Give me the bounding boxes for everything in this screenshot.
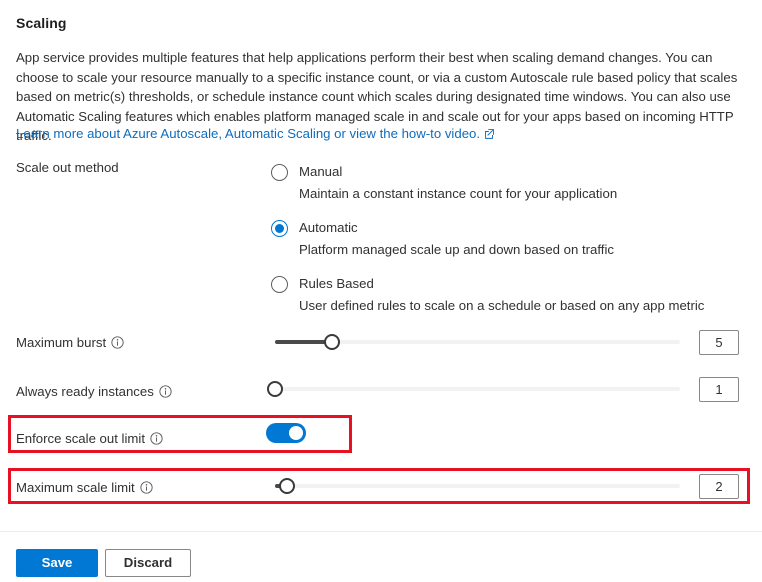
footer-divider [0,531,762,532]
external-link-icon[interactable] [484,128,495,139]
radio-label-manual: Manual [299,163,741,181]
radio-description-rules-based: User defined rules to scale on a schedul… [299,296,741,315]
scale-out-method-radio-group: Manual Maintain a constant instance coun… [271,163,741,315]
radio-option-rules-based[interactable]: Rules Based User defined rules to scale … [271,275,741,315]
page-title: Scaling [16,15,67,31]
always-ready-instances-slider-thumb[interactable] [267,381,283,397]
enforce-scale-out-limit-toggle[interactable] [266,423,306,443]
maximum-scale-limit-value[interactable]: 2 [699,474,739,499]
learn-more-link-line: Learn more about Azure Autoscale, Automa… [16,124,495,143]
scale-out-method-label: Scale out method [16,160,119,175]
enforce-scale-out-limit-label-text: Enforce scale out limit [16,431,145,446]
learn-more-link[interactable]: Learn more about Azure Autoscale, Automa… [16,126,480,141]
radio-option-manual[interactable]: Manual Maintain a constant instance coun… [271,163,741,203]
save-button[interactable]: Save [16,549,98,577]
maximum-scale-limit-label-text: Maximum scale limit [16,480,135,495]
maximum-burst-slider-thumb[interactable] [324,334,340,350]
info-icon[interactable] [111,336,124,349]
radio-circle-rules-based[interactable] [271,276,288,293]
radio-circle-automatic[interactable] [271,220,288,237]
info-icon[interactable] [140,481,153,494]
maximum-scale-limit-slider-thumb[interactable] [279,478,295,494]
radio-description-automatic: Platform managed scale up and down based… [299,240,741,259]
radio-label-rules-based: Rules Based [299,275,741,293]
always-ready-instances-slider-track[interactable] [275,387,680,391]
radio-description-manual: Maintain a constant instance count for y… [299,184,741,203]
always-ready-instances-value[interactable]: 1 [699,377,739,402]
discard-button[interactable]: Discard [105,549,191,577]
info-icon[interactable] [150,432,163,445]
info-icon[interactable] [159,385,172,398]
always-ready-instances-label-text: Always ready instances [16,384,154,399]
maximum-burst-label: Maximum burst [16,334,124,350]
radio-circle-manual[interactable] [271,164,288,181]
maximum-scale-limit-slider[interactable] [275,476,680,496]
maximum-scale-limit-label: Maximum scale limit [16,479,153,495]
maximum-burst-label-text: Maximum burst [16,335,106,350]
radio-label-automatic: Automatic [299,219,741,237]
maximum-burst-value[interactable]: 5 [699,330,739,355]
maximum-burst-slider[interactable] [275,332,680,352]
radio-option-automatic[interactable]: Automatic Platform managed scale up and … [271,219,741,259]
toggle-knob [289,426,303,440]
enforce-scale-out-limit-label: Enforce scale out limit [16,430,163,446]
maximum-scale-limit-slider-track[interactable] [275,484,680,488]
always-ready-instances-slider[interactable] [275,379,680,399]
always-ready-instances-label: Always ready instances [16,383,172,399]
